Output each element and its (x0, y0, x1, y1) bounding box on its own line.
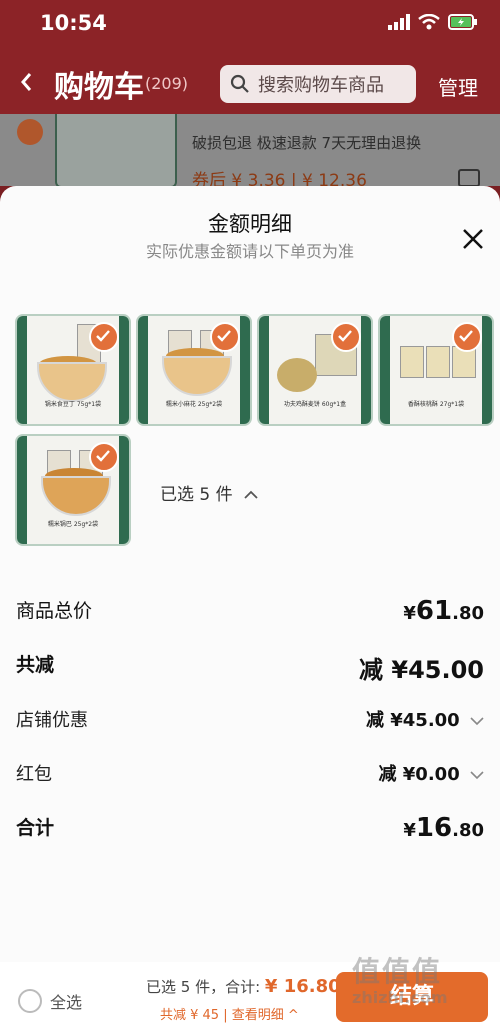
product-thumbnail[interactable]: 香酥核桃酥 27g*1袋 (378, 314, 494, 426)
total-value: ¥16.80 (403, 813, 484, 843)
shop-coupon-label: 店铺优惠 (16, 710, 88, 731)
search-input[interactable]: 搜索购物车商品 (220, 65, 416, 103)
goods-total-label: 商品总价 (16, 600, 93, 622)
item-checkbox[interactable] (17, 119, 43, 145)
chevron-down-icon (470, 717, 484, 726)
cart-count: (209) (145, 74, 189, 93)
red-packet-value: 减 ¥0.00 (379, 760, 484, 786)
battery-icon (448, 14, 477, 30)
check-icon (89, 322, 119, 352)
total-label: 合计 (16, 817, 55, 839)
check-icon (210, 322, 240, 352)
close-icon[interactable] (460, 226, 486, 252)
item-price: 券后 ¥ 3.36 | ¥ 12.36 (192, 171, 367, 186)
check-icon (452, 322, 482, 352)
select-all-radio[interactable] (18, 989, 42, 1013)
chevron-down-icon (470, 771, 484, 780)
product-thumbnail[interactable]: 糯米锅巴 25g*2袋 (15, 434, 131, 546)
similar-icon[interactable] (458, 169, 480, 186)
total-row: 合计 ¥16.80 (16, 813, 484, 845)
red-packet-row[interactable]: 红包 减 ¥0.00 (16, 760, 484, 788)
product-thumbnail[interactable]: 功夫鸡酥麦饼 60g*1盒 (257, 314, 373, 426)
product-caption: 糯米小麻花 25g*2袋 (165, 401, 223, 408)
sheet-subtitle: 实际优惠金额请以下单页为准 (145, 242, 354, 261)
status-time: 10:54 (40, 11, 107, 35)
search-icon (230, 74, 249, 93)
chevron-up-icon (244, 490, 258, 499)
product-caption: 功夫鸡酥麦饼 60g*1盒 (283, 401, 347, 408)
shop-coupon-value: 减 ¥45.00 (366, 706, 484, 732)
product-thumbnail[interactable]: 锅米食豆丁 75g*1袋 (15, 314, 131, 426)
background-cart-item: 破损包退 极速退款 7天无理由退换 券后 ¥ 3.36 | ¥ 12.36 (0, 114, 500, 186)
item-thumbnail (55, 114, 177, 186)
discount-row: 共减 减 ¥45.00 (16, 650, 484, 684)
product-caption: 糯米锅巴 25g*2袋 (47, 521, 99, 528)
shop-coupon-row[interactable]: 店铺优惠 减 ¥45.00 (16, 706, 484, 734)
cart-navbar: 购物车 (209) 搜索购物车商品 管理 (0, 52, 500, 114)
check-icon (89, 442, 119, 472)
item-service-tags: 破损包退 极速退款 7天无理由退换 (192, 134, 422, 152)
view-detail-link[interactable]: 共减 ¥ 45 | 查看明细 ^ (160, 1004, 299, 1023)
check-icon (331, 322, 361, 352)
discount-label: 共减 (16, 654, 55, 676)
goods-total-row: 商品总价 ¥61.80 (16, 596, 484, 628)
goods-total-value: ¥61.80 (403, 596, 484, 626)
status-bar: 10:54 (0, 0, 500, 52)
back-arrow-icon[interactable] (16, 68, 38, 96)
signal-icon (388, 14, 410, 30)
selected-count-toggle[interactable]: 已选 5 件 (160, 480, 258, 505)
status-icons (388, 14, 478, 30)
red-packet-label: 红包 (16, 764, 52, 785)
product-caption: 香酥核桃酥 27g*1袋 (407, 401, 465, 408)
summary-line: 已选 5 件，合计: ¥ 16.80 (146, 976, 341, 997)
watermark: 值值值 zhizhi.com (352, 955, 448, 1007)
product-caption: 锅米食豆丁 75g*1袋 (44, 401, 102, 408)
manage-button[interactable]: 管理 (438, 72, 478, 101)
page-title: 购物车 (54, 70, 144, 105)
select-all-label[interactable]: 全选 (50, 989, 82, 1013)
amount-detail-sheet: 金额明细 实际优惠金额请以下单页为准 锅米食豆丁 75g*1袋 糯米小麻花 25… (0, 186, 500, 1029)
discount-value: 减 ¥45.00 (359, 656, 484, 684)
search-placeholder: 搜索购物车商品 (258, 75, 384, 96)
sheet-title: 金额明细 (208, 212, 292, 236)
product-thumbnail[interactable]: 糯米小麻花 25g*2袋 (136, 314, 252, 426)
wifi-icon (418, 14, 440, 30)
selected-count-label: 已选 5 件 (160, 485, 233, 505)
summary-total: ¥ 16.80 (264, 976, 341, 997)
